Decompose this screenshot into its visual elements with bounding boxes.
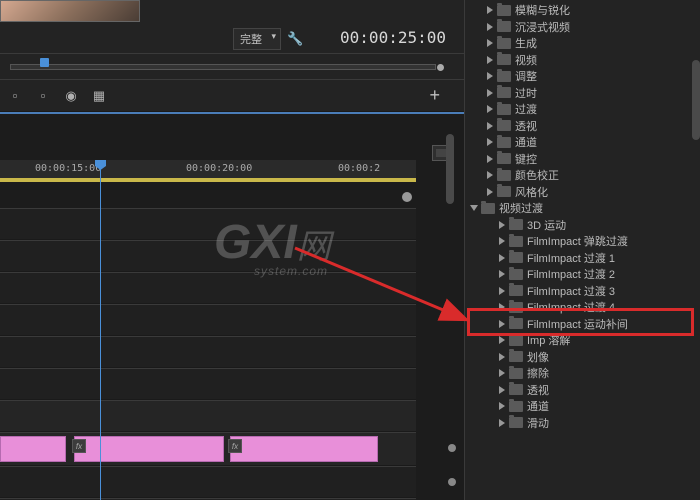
effects-panel: 模糊与锐化 沉浸式视频 生成 视频 调整 过时 过渡 透视 通道 键控 颜色校正… (464, 0, 700, 500)
folder-icon (509, 335, 523, 346)
effects-vscrollbar[interactable] (692, 60, 700, 140)
effect-folder[interactable]: 过渡 (465, 101, 700, 118)
export-frame-icon[interactable]: ▦ (90, 88, 108, 104)
program-timecode[interactable]: 00:00:25:00 (340, 28, 446, 47)
effect-folder[interactable]: 3D 运动 (465, 217, 700, 234)
ruler-tick: 00:00:2 (338, 163, 380, 174)
folder-icon (481, 203, 495, 214)
effect-folder-video-transitions[interactable]: 视频过渡 (465, 200, 700, 217)
ruler-tick: 00:00:20:00 (186, 163, 252, 174)
video-clip[interactable] (74, 436, 224, 462)
add-button-icon[interactable]: + (429, 85, 440, 106)
effect-folder[interactable]: 模糊与锐化 (465, 2, 700, 19)
folder-icon (497, 186, 511, 197)
folder-icon (509, 252, 523, 263)
folder-icon (497, 71, 511, 82)
effect-folder[interactable]: FilmImpact 运动补间 (465, 316, 700, 333)
effect-folder[interactable]: 过时 (465, 85, 700, 102)
work-area-bar[interactable] (0, 178, 416, 182)
video-track[interactable] (0, 336, 416, 368)
video-track[interactable] (0, 240, 416, 272)
effect-folder[interactable]: 划像 (465, 349, 700, 366)
effect-folder[interactable]: FilmImpact 过渡 4 (465, 299, 700, 316)
effect-folder[interactable]: 通道 (465, 134, 700, 151)
folder-icon (509, 318, 523, 329)
timeline-vscrollbar[interactable] (446, 134, 454, 480)
fx-badge-icon[interactable]: fx (228, 439, 242, 453)
effect-folder[interactable]: 颜色校正 (465, 167, 700, 184)
effect-folder[interactable]: 风格化 (465, 184, 700, 201)
mark-in-icon[interactable]: ▫ (6, 88, 24, 104)
fx-badge-icon[interactable]: fx (72, 439, 86, 453)
ruler-tick: 00:00:15:00 (35, 163, 101, 174)
effect-folder[interactable]: 视频 (465, 52, 700, 69)
folder-icon (509, 401, 523, 412)
folder-icon (497, 87, 511, 98)
folder-icon (509, 236, 523, 247)
program-monitor-header: 完整 🔧 00:00:25:00 (0, 0, 464, 54)
effect-folder[interactable]: 透视 (465, 118, 700, 135)
sequence-end-marker-icon[interactable] (402, 192, 412, 202)
video-track[interactable] (0, 208, 416, 240)
folder-icon (497, 153, 511, 164)
folder-icon (509, 384, 523, 395)
effect-folder[interactable]: 生成 (465, 35, 700, 52)
video-track[interactable] (0, 272, 416, 304)
effect-folder[interactable]: 擦除 (465, 365, 700, 382)
folder-icon (497, 38, 511, 49)
video-track[interactable] (0, 400, 416, 432)
timeline-panel: 00:00:15:00 00:00:20:00 00:00:2 (0, 112, 464, 500)
folder-icon (509, 417, 523, 428)
effect-folder[interactable]: 沉浸式视频 (465, 19, 700, 36)
folder-icon (497, 137, 511, 148)
folder-icon (509, 219, 523, 230)
folder-icon (497, 104, 511, 115)
effect-folder[interactable]: FilmImpact 过渡 2 (465, 266, 700, 283)
folder-icon (497, 120, 511, 131)
folder-icon (497, 5, 511, 16)
video-track-v1[interactable]: fx fx (0, 432, 416, 466)
folder-icon (497, 54, 511, 65)
settings-wrench-icon[interactable]: 🔧 (287, 31, 303, 47)
video-track[interactable] (0, 304, 416, 336)
effect-folder[interactable]: 调整 (465, 68, 700, 85)
resolution-select[interactable]: 完整 (233, 28, 281, 50)
effect-folder[interactable]: Imp 溶解 (465, 332, 700, 349)
playhead[interactable] (95, 160, 106, 170)
video-clip[interactable] (230, 436, 378, 462)
overview-playhead-icon[interactable] (40, 58, 49, 67)
video-track[interactable] (0, 368, 416, 400)
folder-icon (509, 302, 523, 313)
folder-icon (497, 170, 511, 181)
folder-icon (509, 269, 523, 280)
folder-icon (497, 21, 511, 32)
effect-folder[interactable]: 滑动 (465, 415, 700, 432)
mark-out-icon[interactable]: ▫ (34, 88, 52, 104)
effect-folder[interactable]: 键控 (465, 151, 700, 168)
camera-icon[interactable]: ◉ (62, 88, 80, 104)
track-output-icon[interactable] (448, 478, 456, 486)
effect-folder-filmimpact-3[interactable]: FilmImpact 过渡 3 (465, 283, 700, 300)
overview-bar[interactable] (0, 54, 464, 80)
folder-icon (509, 368, 523, 379)
track-output-icon[interactable] (448, 444, 456, 452)
folder-icon (509, 351, 523, 362)
effect-folder[interactable]: 透视 (465, 382, 700, 399)
preview-thumbnail (0, 0, 140, 22)
effect-folder[interactable]: 通道 (465, 398, 700, 415)
video-clip[interactable] (0, 436, 66, 462)
audio-track[interactable] (0, 466, 416, 498)
monitor-toolbar: ▫ ▫ ◉ ▦ + (0, 80, 464, 112)
folder-icon (509, 285, 523, 296)
effect-folder[interactable]: FilmImpact 过渡 1 (465, 250, 700, 267)
effect-folder[interactable]: FilmImpact 弹跳过渡 (465, 233, 700, 250)
overview-handle-icon[interactable] (437, 64, 444, 71)
